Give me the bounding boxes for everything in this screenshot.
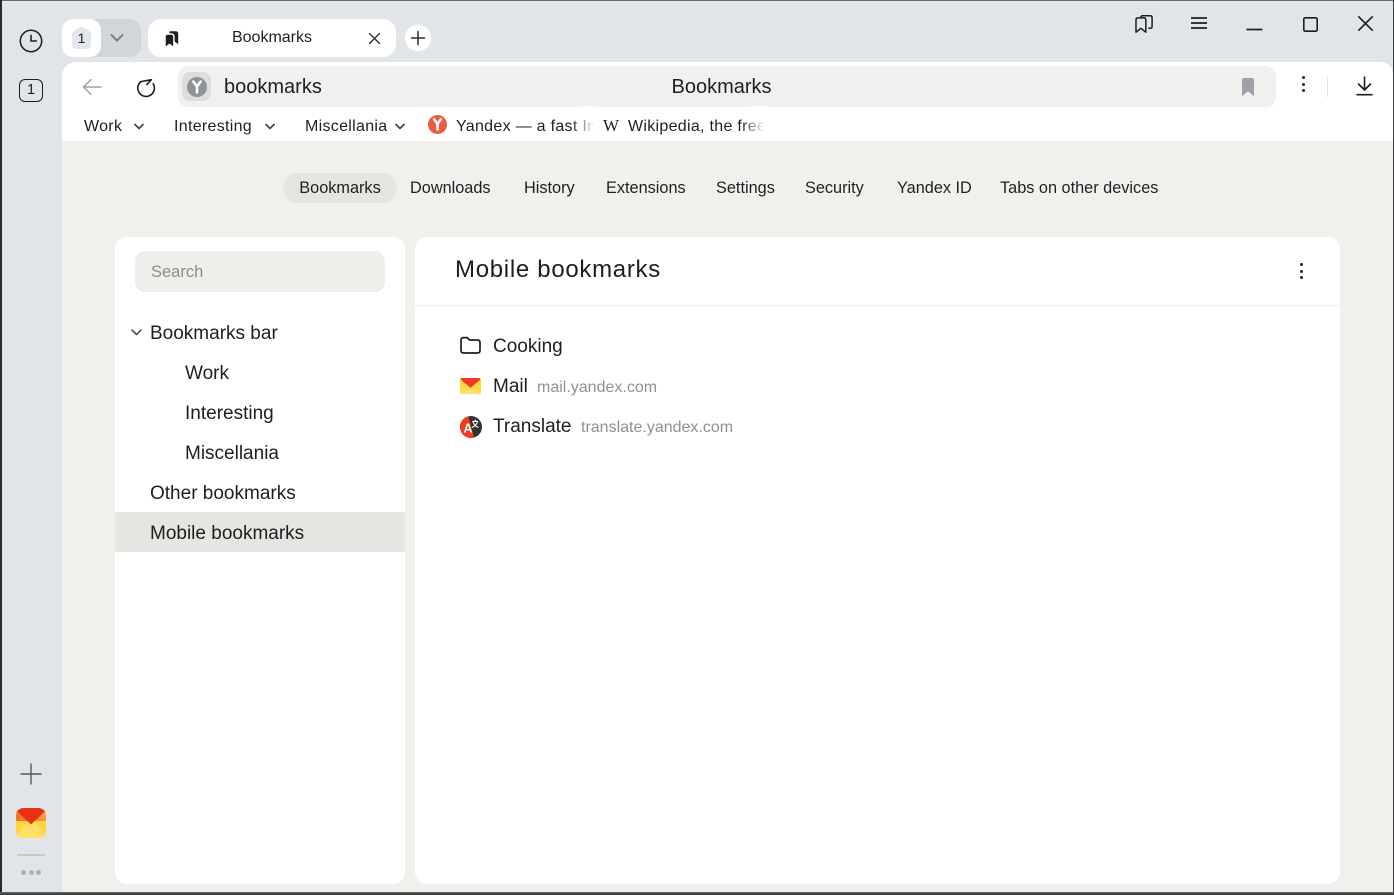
svg-text:A: A	[463, 422, 472, 436]
